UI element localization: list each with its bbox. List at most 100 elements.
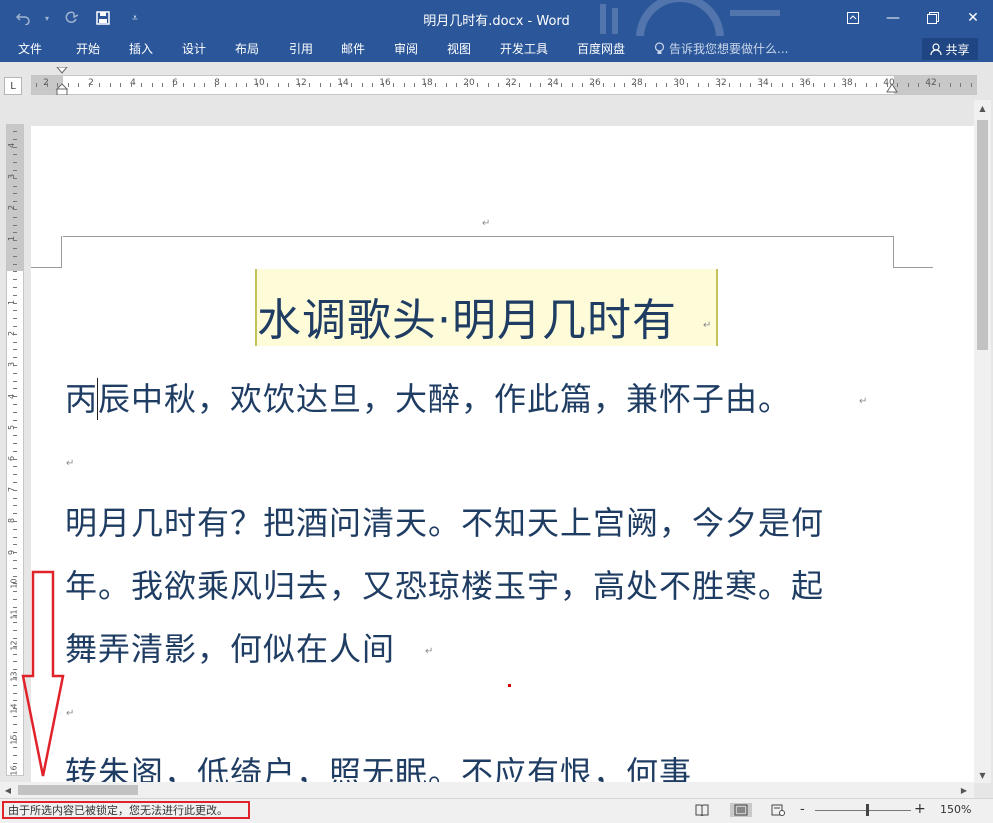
ruler-tick [13,420,17,421]
maximize-button[interactable] [913,0,953,36]
scroll-down-button[interactable]: ▼ [974,767,991,783]
web-layout-button[interactable] [770,803,786,817]
ruler-tick [425,83,426,87]
ruler-tick [13,131,17,132]
zoom-in-button[interactable]: + [914,801,926,817]
ruler-tick [13,443,17,444]
zoom-slider-thumb[interactable] [866,804,869,816]
ruler-tick [13,357,17,358]
tab-design[interactable]: 设计 [182,40,206,57]
ruler-tick [13,209,17,210]
minimize-button[interactable]: — [873,0,913,36]
indent-markers[interactable] [55,67,69,95]
ruler-tick [13,529,17,530]
horizontal-ruler[interactable]: 2 2 4 6 8 10 12 14 16 18 20 22 24 26 28 30 32 34 36 38 40 42 [31,75,977,95]
ruler-tick [414,83,415,87]
tell-me-text: 告诉我您想要做什么... [669,42,789,56]
tab-view[interactable]: 视图 [447,40,471,57]
tab-layout[interactable]: 布局 [235,40,259,57]
horizontal-scrollbar[interactable]: ◀ ▶ [0,782,974,798]
ruler-tick [13,708,17,709]
web-layout-icon [771,804,785,816]
vertical-scrollbar[interactable]: ▲ ▼ [974,100,991,783]
share-button[interactable]: 共享 [922,38,978,60]
tab-review[interactable]: 审阅 [394,40,418,57]
body-line-4: 转朱阁，低绮户，照无眠。不应有恨，何事 [65,754,693,782]
ruler-tick [13,435,17,436]
ruler-tick [13,685,17,686]
tab-mailings[interactable]: 邮件 [341,40,365,57]
ruler-tick [320,83,321,87]
read-mode-button[interactable] [694,803,710,817]
ruler-tick [13,139,17,140]
ruler-tick [13,669,17,670]
document-title: 水调歌头·明月几时有 [257,295,677,346]
ruler-tick [13,232,17,233]
ruler-tick [467,83,468,87]
ruler-tick [708,83,709,87]
ruler-tick [13,513,17,514]
close-button[interactable]: ✕ [953,0,993,36]
crop-mark [61,236,62,268]
tab-file[interactable]: 文件 [18,40,42,57]
tab-references[interactable]: 引用 [289,40,313,57]
ruler-tick [855,83,856,87]
print-layout-button[interactable] [730,803,752,817]
scroll-right-button[interactable]: ▶ [956,782,972,798]
ruler-tick [603,83,604,87]
ruler-label: 26 [589,78,601,88]
ruler-tick [813,83,814,87]
ruler-tick [13,560,17,561]
ruler-tick [299,83,300,87]
ruler-tick [288,83,289,87]
ruler-tick [13,615,17,616]
tab-insert[interactable]: 插入 [129,40,153,57]
ruler-tick [614,83,615,87]
ruler-tick [13,739,17,740]
ruler-tick [13,451,17,452]
right-indent-marker[interactable] [886,83,898,93]
ruler-tick [971,83,972,87]
ruler-tick [204,83,205,87]
ruler-tick [645,83,646,87]
ruler-tick [13,591,17,592]
ruler-tick [13,342,17,343]
tab-baidu-netdisk[interactable]: 百度网盘 [577,40,625,57]
tab-developer[interactable]: 开发工具 [500,40,548,57]
ruler-tick [13,154,17,155]
window-controls: — ✕ [833,0,993,36]
ruler-tick [131,83,132,87]
empty-paragraph-mark: ↵ [66,708,75,719]
ruler-tick [824,83,825,87]
ruler-tick [771,83,772,87]
ruler-tick [120,83,121,87]
ruler-tick [13,279,17,280]
tab-selector[interactable]: L [4,77,22,95]
tab-home[interactable]: 开始 [76,40,100,57]
ruler-tick [13,700,17,701]
ruler-label: 12 [295,78,307,88]
zoom-level[interactable]: 150% [940,803,971,816]
document-page[interactable]: ↵ 水调歌头·明月几时有 ↵ 丙辰中秋，欢饮达旦，大醉，作此篇，兼怀子由。 ↵ … [31,126,974,782]
ruler-label: 28 [631,78,643,88]
tell-me-box[interactable]: 告诉我您想要做什么... [654,40,788,57]
ruler-tick [761,83,762,87]
body-line-2: 年。我欲乘风归去，又恐琼楼玉宇，高处不胜寒。起 [65,567,825,605]
scroll-up-button[interactable]: ▲ [974,100,991,116]
ruler-tick [729,83,730,87]
ruler-tick [456,83,457,87]
horizontal-scroll-thumb[interactable] [18,785,138,795]
ruler-tick [194,83,195,87]
ribbon-display-options-button[interactable] [833,0,873,36]
zoom-slider[interactable] [815,810,911,811]
vertical-scroll-thumb[interactable] [977,120,988,350]
ruler-tick [99,83,100,87]
zoom-out-button[interactable]: - [800,802,805,817]
ruler-tick [950,83,951,87]
ruler-tick [13,373,17,374]
scroll-left-button[interactable]: ◀ [0,782,16,798]
title-bar: ▾ ⩡ 明月几时有.docx - Word — ✕ [0,0,993,36]
ruler-tick [792,83,793,87]
ruler-tick [13,724,17,725]
ruler-tick [719,83,720,87]
